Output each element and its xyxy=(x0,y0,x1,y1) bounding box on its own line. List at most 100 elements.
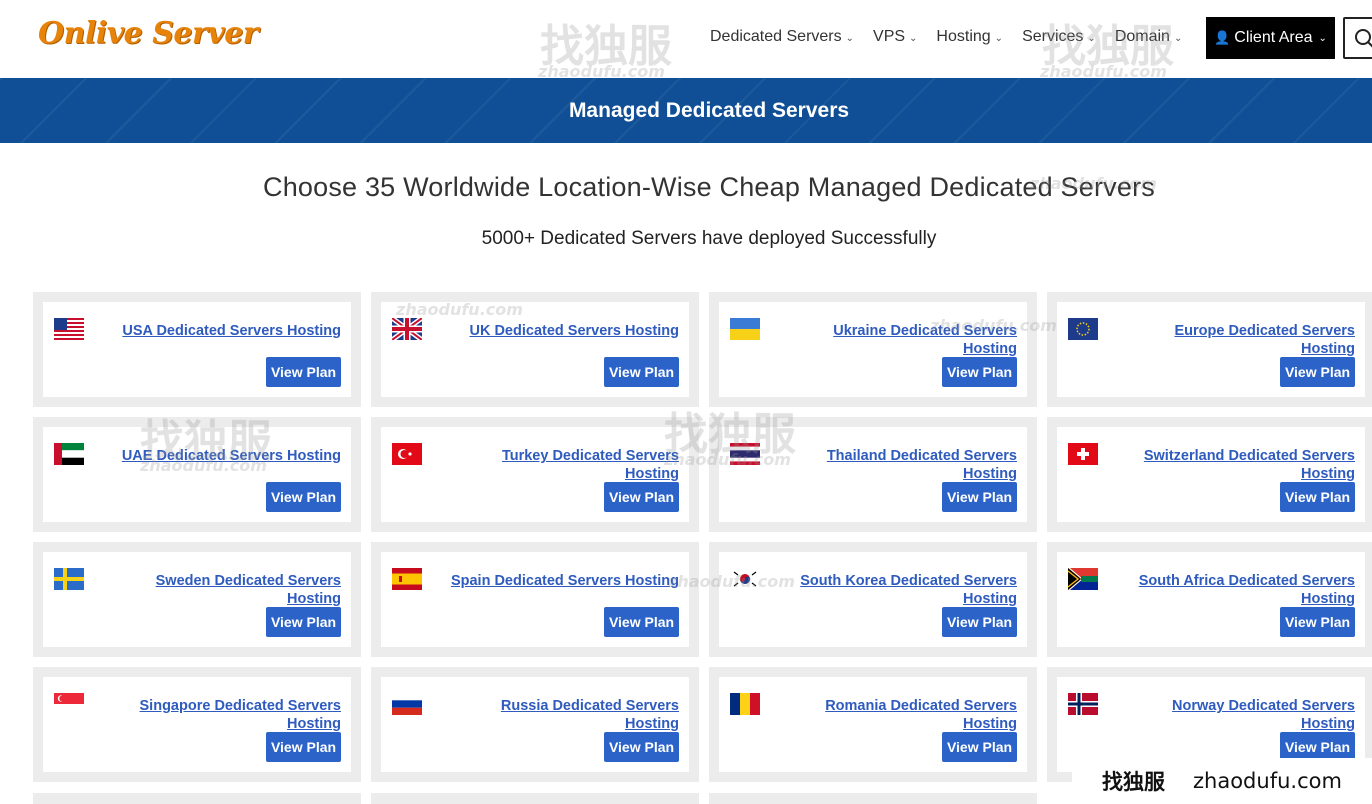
card-body: Europe Dedicated Servers Hosting View Pla… xyxy=(1057,302,1365,397)
chevron-down-icon: ⌄ xyxy=(1087,33,1096,44)
card-title-link[interactable]: Ukraine Dedicated Servers Hosting xyxy=(787,322,1017,358)
user-icon: 👤 xyxy=(1214,30,1231,45)
chevron-down-icon: ⌄ xyxy=(845,33,855,44)
main-nav: Dedicated Servers ⌄ VPS ⌄ Hosting ⌄ Service… xyxy=(710,28,1201,46)
card-title-link[interactable]: Thailand Dedicated Servers Hosting xyxy=(787,447,1017,483)
nav-domain[interactable]: Domain ⌄ xyxy=(1115,28,1183,46)
card-body: Ukraine Dedicated Servers Hosting View Pl… xyxy=(719,302,1027,397)
view-plan-button[interactable]: View Plan xyxy=(266,607,341,637)
view-plan-button[interactable]: View Plan xyxy=(604,607,679,637)
chevron-down-icon: ⌄ xyxy=(1173,33,1183,44)
location-card: Singapore Dedicated Servers Hosting View … xyxy=(33,667,361,782)
client-area-button[interactable]: 👤 Client Area ⌄ xyxy=(1206,17,1335,59)
norway-flag-icon xyxy=(1068,693,1098,715)
thailand-flag-icon xyxy=(730,443,760,465)
card-body: Thailand Dedicated Servers Hosting View P… xyxy=(719,427,1027,522)
page-title: Managed Dedicated Servers xyxy=(568,99,850,122)
spain-flag-icon xyxy=(392,568,422,590)
chevron-down-icon: ⌄ xyxy=(909,33,918,44)
switzerland-flag-icon xyxy=(1068,443,1098,465)
view-plan-button[interactable]: View Plan xyxy=(1280,607,1355,637)
location-card: Switzerland Dedicated Servers Hosting Vie… xyxy=(1047,417,1372,532)
card-title-link[interactable]: Sweden Dedicated Servers Hosting xyxy=(111,572,341,608)
card-body: Spain Dedicated Servers Hosting View Plan xyxy=(381,552,689,647)
card-title-link[interactable]: South Korea Dedicated Servers Hosting xyxy=(787,572,1017,608)
card-placeholder xyxy=(371,793,699,804)
card-title-link[interactable]: Spain Dedicated Servers Hosting xyxy=(449,572,679,590)
view-plan-button[interactable]: View Plan xyxy=(1280,482,1355,512)
card-body: UK Dedicated Servers Hosting View Plan xyxy=(381,302,689,397)
page-banner: Managed Dedicated Servers xyxy=(0,78,1372,143)
card-placeholder xyxy=(33,793,361,804)
view-plan-button[interactable]: View Plan xyxy=(266,482,341,512)
card-title-link[interactable]: UAE Dedicated Servers Hosting xyxy=(111,447,341,465)
location-card: South Africa Dedicated Servers Hosting Vi… xyxy=(1047,542,1372,657)
eu-flag-icon xyxy=(1068,318,1098,340)
section-heading: Choose 35 Worldwide Location-Wise Cheap … xyxy=(263,172,1155,202)
russia-flag-icon xyxy=(392,693,422,715)
card-body: Turkey Dedicated Servers Hosting View Pla… xyxy=(381,427,689,522)
card-title-link[interactable]: Norway Dedicated Servers Hosting xyxy=(1125,697,1355,733)
usa-flag-icon xyxy=(54,318,84,340)
nav-services[interactable]: Services ⌄ xyxy=(1022,28,1096,46)
south-korea-flag-icon xyxy=(730,568,760,590)
card-placeholder xyxy=(709,793,1037,804)
card-body: Russia Dedicated Servers Hosting View Pla… xyxy=(381,677,689,772)
card-body: Sweden Dedicated Servers Hosting View Pla… xyxy=(43,552,351,647)
view-plan-button[interactable]: View Plan xyxy=(604,732,679,762)
location-card: Romania Dedicated Servers Hosting View Pl… xyxy=(709,667,1037,782)
card-title-link[interactable]: Europe Dedicated Servers Hosting xyxy=(1125,322,1355,358)
uk-flag-icon xyxy=(392,318,422,340)
location-card: Thailand Dedicated Servers Hosting View P… xyxy=(709,417,1037,532)
view-plan-button[interactable]: View Plan xyxy=(942,607,1017,637)
south-africa-flag-icon xyxy=(1068,568,1098,590)
location-card: Ukraine Dedicated Servers Hosting View Pl… xyxy=(709,292,1037,407)
location-card: UAE Dedicated Servers Hosting View Plan xyxy=(33,417,361,532)
card-body: South Africa Dedicated Servers Hosting Vi… xyxy=(1057,552,1365,647)
nav-hosting[interactable]: Hosting ⌄ xyxy=(936,28,1003,46)
nav-vps[interactable]: VPS ⌄ xyxy=(873,28,917,46)
location-card: UK Dedicated Servers Hosting View Plan xyxy=(371,292,699,407)
card-body: Singapore Dedicated Servers Hosting View … xyxy=(43,677,351,772)
card-title-link[interactable]: UK Dedicated Servers Hosting xyxy=(449,322,679,340)
view-plan-button[interactable]: View Plan xyxy=(942,482,1017,512)
location-card: USA Dedicated Servers Hosting View Plan xyxy=(33,292,361,407)
chevron-down-icon: ⌄ xyxy=(994,33,1004,44)
view-plan-button[interactable]: View Plan xyxy=(266,732,341,762)
uae-flag-icon xyxy=(54,443,84,465)
card-body: South Korea Dedicated Servers Hosting Vie… xyxy=(719,552,1027,647)
card-title-link[interactable]: Singapore Dedicated Servers Hosting xyxy=(111,697,341,733)
card-title-link[interactable]: South Africa Dedicated Servers Hosting xyxy=(1125,572,1355,608)
card-body: USA Dedicated Servers Hosting View Plan xyxy=(43,302,351,397)
site-header: Onlive Server Dedicated Servers ⌄ VPS ⌄ Ho… xyxy=(0,0,1372,78)
card-title-link[interactable]: USA Dedicated Servers Hosting xyxy=(111,322,341,340)
view-plan-button[interactable]: View Plan xyxy=(266,357,341,387)
site-logo[interactable]: Onlive Server xyxy=(38,16,259,51)
card-title-link[interactable]: Romania Dedicated Servers Hosting xyxy=(787,697,1017,733)
view-plan-button[interactable]: View Plan xyxy=(942,732,1017,762)
location-card: South Korea Dedicated Servers Hosting Vie… xyxy=(709,542,1037,657)
chevron-down-icon: ⌄ xyxy=(1318,32,1327,44)
ukraine-flag-icon xyxy=(730,318,760,340)
card-body: UAE Dedicated Servers Hosting View Plan xyxy=(43,427,351,522)
search-icon xyxy=(1355,29,1372,48)
location-card: Turkey Dedicated Servers Hosting View Pla… xyxy=(371,417,699,532)
location-card: Spain Dedicated Servers Hosting View Plan xyxy=(371,542,699,657)
search-button[interactable] xyxy=(1343,17,1372,59)
nav-dedicated-servers[interactable]: Dedicated Servers ⌄ xyxy=(710,28,854,46)
card-title-link[interactable]: Switzerland Dedicated Servers Hosting xyxy=(1125,447,1355,483)
location-card: Europe Dedicated Servers Hosting View Pla… xyxy=(1047,292,1372,407)
card-title-link[interactable]: Russia Dedicated Servers Hosting xyxy=(449,697,679,733)
romania-flag-icon xyxy=(730,693,760,715)
card-title-link[interactable]: Turkey Dedicated Servers Hosting xyxy=(449,447,679,483)
card-body: Switzerland Dedicated Servers Hosting Vie… xyxy=(1057,427,1365,522)
location-card: Russia Dedicated Servers Hosting View Pla… xyxy=(371,667,699,782)
watermark-badge: 找独服 zhaodufu.com xyxy=(1072,758,1372,804)
view-plan-button[interactable]: View Plan xyxy=(604,357,679,387)
turkey-flag-icon xyxy=(392,443,422,465)
view-plan-button[interactable]: View Plan xyxy=(604,482,679,512)
sweden-flag-icon xyxy=(54,568,84,590)
view-plan-button[interactable]: View Plan xyxy=(942,357,1017,387)
view-plan-button[interactable]: View Plan xyxy=(1280,357,1355,387)
location-card: Sweden Dedicated Servers Hosting View Pla… xyxy=(33,542,361,657)
